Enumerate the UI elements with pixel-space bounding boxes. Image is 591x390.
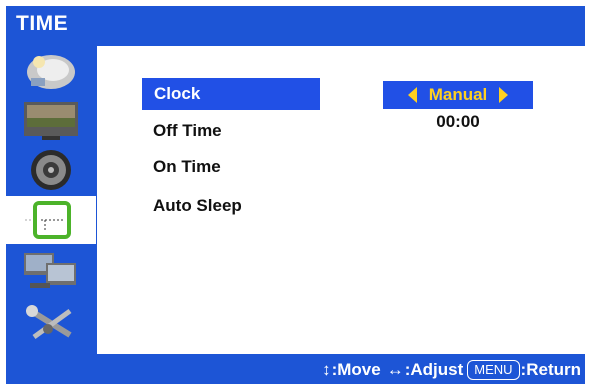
adjust-arrows-icon: ↔ — [386, 360, 404, 379]
clock-mode-selector[interactable]: Manual — [383, 81, 533, 109]
osd-menu-frame: TIME Clock Off Time On Time Auto Sleep M… — [6, 6, 585, 384]
pc-settings-icon — [24, 253, 76, 288]
move-hint: :Move — [331, 360, 381, 379]
screen-icon — [24, 102, 78, 140]
arrow-left-icon[interactable] — [407, 87, 417, 103]
menu-item-clock[interactable]: Clock — [142, 78, 320, 110]
menu-content: Clock Off Time On Time Auto Sleep Manual… — [97, 46, 585, 354]
setup-tools-icon — [26, 305, 72, 340]
picture-icon — [27, 55, 75, 89]
arrow-right-icon[interactable] — [499, 87, 509, 103]
sidebar-item-audio[interactable] — [6, 146, 96, 194]
audio-icon — [31, 150, 71, 190]
sidebar-item-picture[interactable] — [6, 46, 96, 94]
move-arrows-icon: ↕ — [322, 360, 331, 379]
sidebar-item-screen[interactable] — [6, 96, 96, 144]
menu-item-on-time[interactable]: On Time — [145, 152, 221, 182]
sidebar — [6, 46, 96, 354]
menu-item-auto-sleep[interactable]: Auto Sleep — [145, 191, 242, 221]
menu-title: TIME — [16, 12, 69, 35]
sidebar-item-pc[interactable] — [6, 246, 96, 294]
footer-hints: ↕ :Move ↔ :Adjust MENU :Return — [6, 356, 585, 384]
clock-mode-value: Manual — [428, 85, 488, 104]
clock-time-value: 00:00 — [436, 112, 480, 131]
sidebar-item-time[interactable] — [6, 196, 96, 244]
time-icon — [25, 201, 71, 239]
menu-key-icon: MENU — [467, 360, 520, 380]
sidebar-item-setup[interactable] — [6, 298, 96, 346]
return-hint: :Return — [520, 360, 581, 379]
adjust-hint: :Adjust — [404, 360, 464, 379]
menu-item-off-time[interactable]: Off Time — [145, 116, 222, 146]
